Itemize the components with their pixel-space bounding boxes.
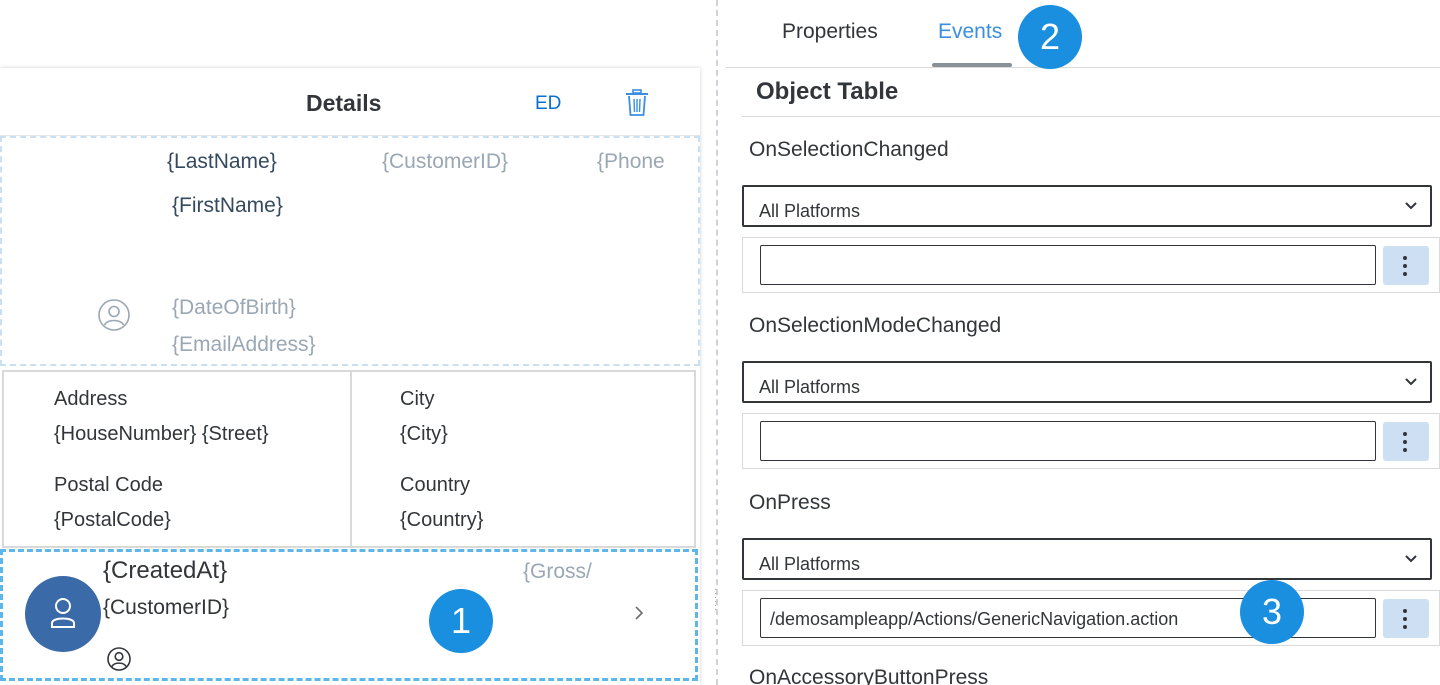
callout-badge-3: 3 <box>1240 580 1304 644</box>
postal-code-label: Postal Code <box>54 474 163 496</box>
more-options-button[interactable] <box>1383 599 1429 638</box>
user-circle-icon <box>106 646 132 672</box>
email-field: {EmailAddress} <box>172 333 316 356</box>
event-label-onaccessorybuttonpress: OnAccessoryButtonPress <box>749 666 989 685</box>
event-label-onselectionmodechanged: OnSelectionModeChanged <box>749 314 1002 337</box>
platform-select-value: All Platforms <box>759 554 861 574</box>
panel-tabs: Properties Events <box>726 0 1440 68</box>
city-value: {City} <box>400 423 448 445</box>
phone-field: {Phone <box>597 150 665 173</box>
event-handler-input-onselectionchanged[interactable] <box>760 245 1376 285</box>
row-status: {Gross/ <box>523 560 592 583</box>
platform-select-onselectionmodechanged[interactable]: All Platforms <box>742 361 1432 403</box>
row-subtitle: {CustomerID} <box>103 596 230 619</box>
kv-divider <box>350 372 352 546</box>
object-table-row[interactable]: {CreatedAt} {CustomerID} {Gross/ <box>0 549 698 681</box>
trash-icon[interactable] <box>622 88 652 118</box>
address-value: {HouseNumber} {Street} <box>54 423 269 445</box>
customer-id-field: {CustomerID} <box>382 150 509 173</box>
event-handler-input-onselectionmodechanged[interactable] <box>760 421 1376 461</box>
chevron-right-icon[interactable] <box>631 602 647 624</box>
country-value: {Country} <box>400 509 484 531</box>
designer-canvas: Details ED {LastName} {CustomerID} {Phon… <box>0 0 716 685</box>
splitter-grip-icon[interactable]: · · · · · · <box>714 585 722 615</box>
pane-splitter[interactable] <box>716 0 718 685</box>
more-options-button[interactable] <box>1383 246 1429 285</box>
section-title: Object Table <box>756 78 899 105</box>
details-header: Details ED <box>0 68 700 136</box>
user-avatar-icon <box>97 298 131 332</box>
tab-events[interactable]: Events <box>938 20 1002 44</box>
platform-select-onselectionchanged[interactable]: All Platforms <box>742 185 1432 227</box>
properties-panel: Properties Events 2 Object Table OnSelec… <box>726 0 1440 685</box>
event-label-onpress: OnPress <box>749 491 831 514</box>
active-tab-indicator <box>932 63 1012 67</box>
address-label: Address <box>54 388 128 410</box>
more-vertical-icon <box>1403 432 1407 452</box>
tab-properties[interactable]: Properties <box>782 20 878 44</box>
date-of-birth-field: {DateOfBirth} <box>172 296 296 319</box>
more-vertical-icon <box>1403 609 1407 629</box>
chevron-down-icon <box>1405 202 1417 210</box>
city-label: City <box>400 388 435 410</box>
callout-badge-2: 2 <box>1018 5 1082 69</box>
callout-badge-1: 1 <box>429 589 493 653</box>
person-icon <box>51 598 75 628</box>
platform-select-onpress[interactable]: All Platforms <box>742 538 1432 580</box>
more-options-button[interactable] <box>1383 422 1429 461</box>
ed-button[interactable]: ED <box>535 93 561 115</box>
row-title: {CreatedAt} <box>103 557 228 584</box>
event-handler-row-onpress: /demosampleapp/Actions/GenericNavigation… <box>742 590 1440 646</box>
platform-select-value: All Platforms <box>759 201 861 221</box>
chevron-down-icon <box>1405 555 1417 563</box>
profile-header[interactable]: {LastName} {CustomerID} {Phone {FirstNam… <box>0 136 700 366</box>
event-handler-row-onselectionmodechanged <box>742 413 1440 469</box>
platform-select-value: All Platforms <box>759 377 861 397</box>
last-name-field: {LastName} <box>167 150 277 173</box>
details-section: Details ED {LastName} {CustomerID} {Phon… <box>0 68 700 685</box>
chevron-down-icon <box>1405 378 1417 386</box>
first-name-field: {FirstName} <box>172 194 283 217</box>
country-label: Country <box>400 474 471 496</box>
event-handler-row-onselectionchanged <box>742 237 1440 293</box>
more-vertical-icon <box>1403 256 1407 276</box>
details-title: Details <box>306 90 382 116</box>
event-label-onselectionchanged: OnSelectionChanged <box>749 138 949 161</box>
row-avatar <box>25 576 101 652</box>
section-divider <box>742 116 1440 117</box>
postal-code-value: {PostalCode} <box>54 509 171 531</box>
key-value-grid[interactable]: Address {HouseNumber} {Street} Postal Co… <box>2 370 696 548</box>
